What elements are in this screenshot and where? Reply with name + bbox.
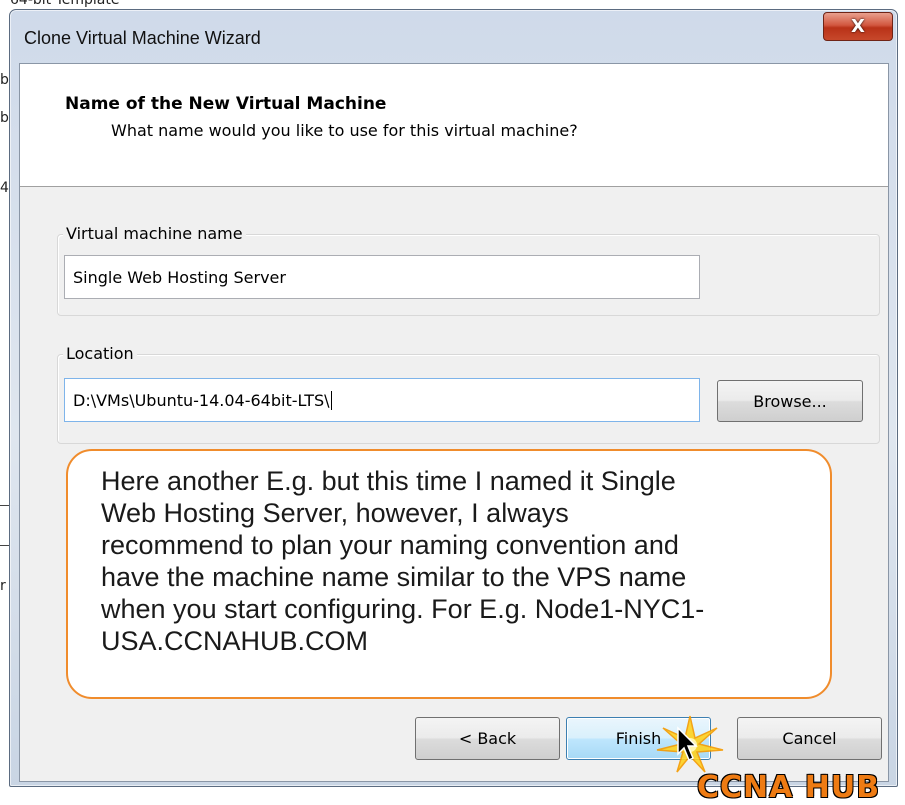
annotation-text: Here another E.g. but this time I named …	[101, 466, 705, 656]
vm-name-value: Single Web Hosting Server	[73, 267, 286, 287]
wizard-window: Clone Virtual Machine Wizard X Name of t…	[9, 9, 898, 787]
browse-button[interactable]: Browse...	[717, 380, 863, 422]
background-glyph: r	[0, 578, 6, 594]
page-subtitle: What name would you like to use for this…	[111, 121, 578, 140]
mouse-cursor-icon	[677, 726, 698, 762]
location-value: D:\VMs\Ubuntu-14.04-64bit-LTS\	[73, 390, 330, 410]
title-bar[interactable]: Clone Virtual Machine Wizard X	[10, 10, 897, 62]
background-text: 64-bit Template	[10, 0, 120, 8]
page-title: Name of the New Virtual Machine	[65, 94, 387, 114]
text-caret	[330, 390, 332, 410]
watermark-logo: CCNA HUB	[697, 770, 881, 805]
close-button[interactable]: X	[823, 12, 893, 41]
wizard-header: Name of the New Virtual Machine What nam…	[20, 64, 888, 187]
location-label: Location	[63, 344, 137, 363]
cancel-button[interactable]: Cancel	[737, 717, 882, 760]
background-glyph: 4	[0, 180, 9, 196]
close-icon: X	[851, 16, 865, 37]
vm-name-label: Virtual machine name	[63, 224, 246, 243]
vm-name-input[interactable]: Single Web Hosting Server	[64, 255, 700, 299]
back-button[interactable]: < Back	[415, 717, 560, 760]
background-glyph: b	[0, 110, 9, 126]
background-glyph: b	[0, 72, 9, 88]
window-title: Clone Virtual Machine Wizard	[24, 28, 261, 48]
annotation-callout: Here another E.g. but this time I named …	[66, 449, 832, 699]
wizard-body: Name of the New Virtual Machine What nam…	[19, 63, 889, 782]
location-input[interactable]: D:\VMs\Ubuntu-14.04-64bit-LTS\	[64, 378, 700, 422]
